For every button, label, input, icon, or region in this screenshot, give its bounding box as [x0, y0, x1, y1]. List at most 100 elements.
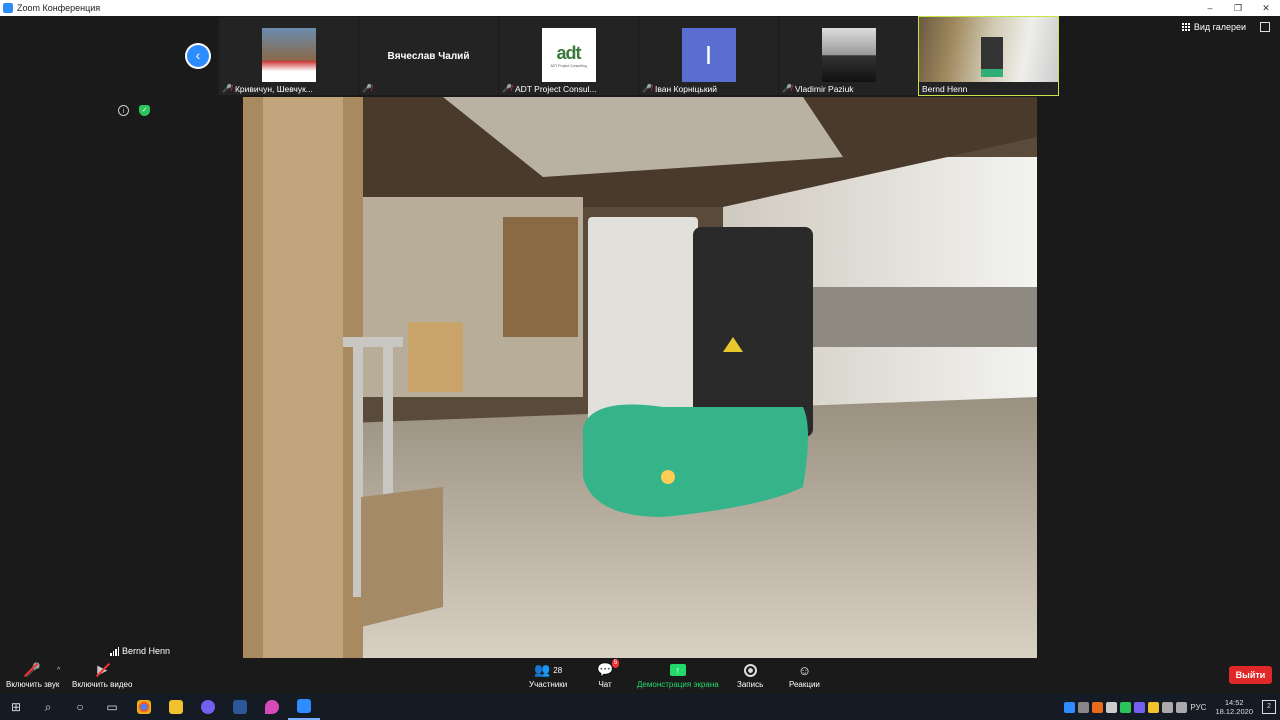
- word-icon[interactable]: [224, 694, 256, 720]
- microphone-icon[interactable]: [1078, 701, 1090, 713]
- notifications-icon[interactable]: 2: [1262, 700, 1276, 714]
- leave-meeting-button[interactable]: Выйти: [1229, 666, 1272, 684]
- reactions-button[interactable]: ☺ Реакции: [789, 661, 820, 690]
- window-controls: – ❐ ✕: [1196, 3, 1280, 14]
- active-speaker-video: [243, 97, 1037, 658]
- record-label: Запись: [737, 680, 764, 689]
- task-view-icon[interactable]: ▭: [96, 694, 128, 720]
- unmute-label: Включить звук: [6, 680, 60, 689]
- participant-namebar: 🎤̸ Кривичун, Шевчук...: [219, 82, 316, 95]
- system-tray: РУС 14:52 18.12.2020 2: [1064, 698, 1280, 716]
- minimize-button[interactable]: –: [1196, 3, 1224, 14]
- participant-tile[interactable]: 🎤̸ Кривичун, Шевчук...: [219, 17, 358, 95]
- video-frame: [243, 97, 1037, 658]
- participants-label: Участники: [529, 680, 568, 689]
- participant-namebar: 🎤̸ Іван Корніцький: [639, 82, 720, 95]
- audio-options-chevron-icon[interactable]: ^: [57, 667, 60, 674]
- participant-tile[interactable]: I 🎤̸ Іван Корніцький: [639, 17, 778, 95]
- cortana-icon[interactable]: ○: [64, 694, 96, 720]
- participant-namebar: Bernd Henn: [919, 82, 970, 95]
- company-logo: adt ADT Project Consulting: [541, 28, 596, 82]
- participant-display-name: Вячеслав Чалий: [387, 51, 470, 62]
- window-title: Zoom Конференция: [17, 3, 101, 13]
- tray-app-icon[interactable]: [1064, 701, 1076, 713]
- participant-video-thumbnail: [919, 17, 1058, 82]
- language-indicator[interactable]: РУС: [1190, 703, 1206, 712]
- clock-date: 18.12.2020: [1215, 707, 1253, 716]
- participant-photo: [821, 28, 876, 82]
- active-speaker-label: Bernd Henn: [110, 646, 170, 656]
- participant-name: ADT Project Consul...: [514, 83, 597, 94]
- logo-subtitle: ADT Project Consulting: [550, 63, 587, 68]
- start-video-button[interactable]: ▶ Включить видео: [72, 661, 132, 689]
- clock[interactable]: 14:52 18.12.2020: [1215, 698, 1253, 716]
- file-explorer-icon[interactable]: [160, 694, 192, 720]
- active-speaker-name: Bernd Henn: [122, 646, 171, 656]
- participants-count: 28: [553, 665, 563, 675]
- tray-app-icon[interactable]: [1106, 701, 1118, 713]
- previous-page-button[interactable]: ‹: [187, 45, 209, 67]
- network-icon[interactable]: [1162, 701, 1174, 713]
- participant-name: Кривичун, Шевчук...: [234, 83, 313, 94]
- participant-name: Vladimir Paziuk: [794, 83, 854, 94]
- encryption-shield-icon[interactable]: ✓: [139, 105, 150, 116]
- tray-app-icon[interactable]: [1092, 701, 1104, 713]
- meeting-toolbar: 🎤 Включить звук ▶ Включить видео 👥 28 Уча…: [0, 658, 1280, 694]
- viber-tray-icon[interactable]: [1134, 701, 1146, 713]
- participant-initial-avatar: I: [681, 28, 736, 82]
- tray-app-icon[interactable]: [1148, 701, 1160, 713]
- share-screen-button[interactable]: ↑ Демонстрация экрана: [637, 661, 719, 689]
- participant-tile-active[interactable]: Bernd Henn: [918, 16, 1059, 96]
- window-titlebar: Zoom Конференция – ❐ ✕: [0, 0, 1280, 16]
- close-button[interactable]: ✕: [1252, 3, 1280, 14]
- participants-button[interactable]: 👥 28 Участники: [529, 661, 567, 689]
- meeting-info-icon[interactable]: i: [118, 105, 129, 116]
- shield-icon[interactable]: [1120, 701, 1132, 713]
- start-button[interactable]: ⊞: [0, 694, 32, 720]
- windows-taskbar: ⊞ ⌕ ○ ▭ РУС 14:52 18.12.2020 2: [0, 694, 1280, 720]
- participant-namebar: 🎤̸: [359, 82, 378, 95]
- unmute-button[interactable]: 🎤 Включить звук: [6, 661, 59, 689]
- search-icon[interactable]: ⌕: [32, 694, 64, 720]
- participant-namebar: 🎤̸ Vladimir Paziuk: [779, 82, 857, 95]
- mic-muted-icon: 🎤̸: [222, 84, 232, 93]
- grid-icon: [1181, 23, 1190, 31]
- participant-name: Bernd Henn: [922, 83, 968, 94]
- participant-name: Іван Корніцький: [654, 83, 718, 94]
- logo-mark: adt: [556, 42, 582, 63]
- mic-muted-icon: 🎤̸: [782, 84, 792, 93]
- mic-muted-icon: 🎤̸: [642, 84, 652, 93]
- fullscreen-icon[interactable]: [1260, 22, 1270, 32]
- participant-tile[interactable]: Вячеслав Чалий 🎤̸: [359, 17, 498, 95]
- participant-tile[interactable]: adt ADT Project Consulting 🎤̸ ADT Projec…: [499, 17, 638, 95]
- volume-icon[interactable]: [1176, 701, 1188, 713]
- participants-icon: 👥 28: [534, 662, 563, 677]
- chat-icon: 💬 5: [597, 659, 620, 677]
- participant-photo: [261, 28, 316, 82]
- participant-strip: 🎤̸ Кривичун, Шевчук... Вячеслав Чалий 🎤̸…: [219, 16, 1059, 96]
- camera-off-icon: ▶: [97, 662, 108, 677]
- chat-button[interactable]: 💬 5 Чат: [597, 659, 620, 689]
- record-icon: [743, 661, 757, 679]
- clock-time: 14:52: [1224, 698, 1244, 707]
- participant-tile[interactable]: 🎤̸ Vladimir Paziuk: [779, 17, 918, 95]
- zoom-logo-icon: [3, 3, 13, 13]
- reactions-icon: ☺: [797, 662, 812, 678]
- mic-muted-icon: 🎤̸: [502, 84, 512, 93]
- signal-bars-icon: [110, 646, 119, 656]
- share-screen-label: Демонстрация экрана: [637, 680, 719, 689]
- participant-namebar: 🎤̸ ADT Project Consul...: [499, 82, 600, 95]
- viber-icon[interactable]: [192, 694, 224, 720]
- zoom-taskbar-icon[interactable]: [288, 694, 320, 720]
- gallery-view-button[interactable]: Вид галереи: [1181, 22, 1246, 32]
- maps-icon[interactable]: [256, 694, 288, 720]
- chrome-icon[interactable]: [128, 694, 160, 720]
- reactions-label: Реакции: [789, 680, 820, 689]
- start-video-label: Включить видео: [72, 680, 133, 689]
- share-screen-icon: ↑: [669, 661, 686, 679]
- mic-off-icon: 🎤: [24, 662, 41, 677]
- restore-button[interactable]: ❐: [1224, 3, 1252, 14]
- mic-muted-icon: 🎤̸: [362, 84, 372, 93]
- record-button[interactable]: Запись: [737, 661, 763, 689]
- gallery-view-label: Вид галереи: [1193, 22, 1246, 32]
